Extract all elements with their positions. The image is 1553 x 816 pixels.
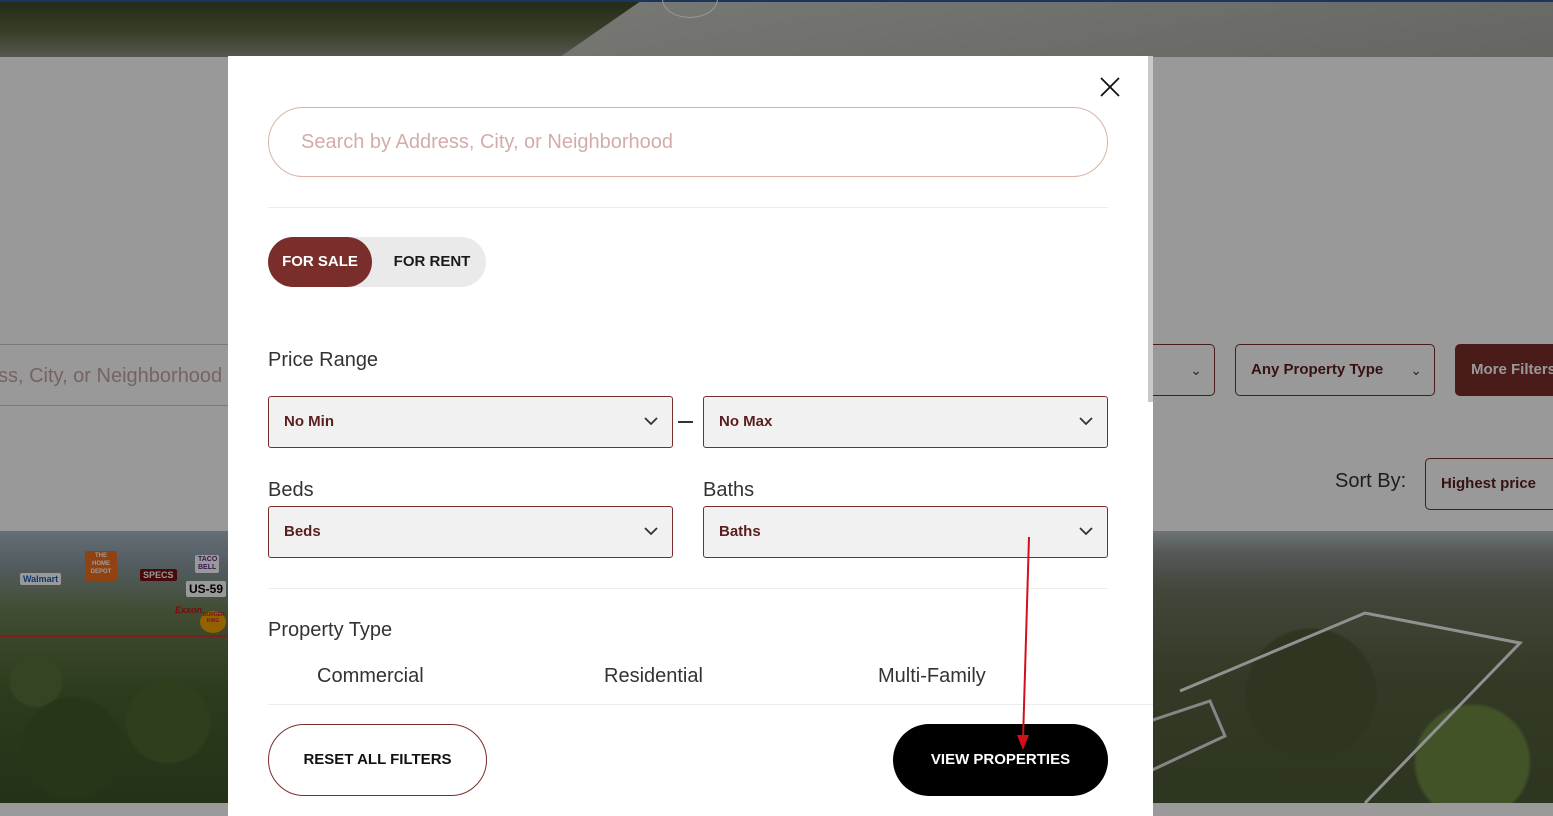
modal-scrollbar[interactable] bbox=[1148, 56, 1153, 402]
close-button[interactable] bbox=[1098, 75, 1122, 99]
reset-all-filters-button[interactable]: RESET ALL FILTERS bbox=[268, 724, 487, 796]
property-type-label: Property Type bbox=[268, 619, 393, 641]
divider bbox=[268, 207, 1108, 208]
beds-select[interactable]: Beds bbox=[268, 506, 673, 558]
baths-label: Baths bbox=[703, 479, 755, 501]
divider bbox=[268, 704, 1153, 705]
view-properties-button[interactable]: VIEW PROPERTIES bbox=[893, 724, 1108, 796]
baths-select[interactable]: Baths bbox=[703, 506, 1108, 558]
search-input[interactable] bbox=[268, 107, 1108, 177]
price-range-label: Price Range bbox=[268, 349, 379, 371]
range-separator bbox=[678, 421, 693, 423]
property-type-commercial[interactable]: Commercial bbox=[317, 665, 424, 688]
chevron-down-icon bbox=[1079, 417, 1093, 426]
listing-type-toggle: FOR SALE FOR RENT bbox=[268, 237, 486, 287]
property-type-residential[interactable]: Residential bbox=[604, 665, 703, 688]
chevron-down-icon bbox=[1079, 527, 1093, 536]
divider bbox=[268, 588, 1108, 589]
chevron-down-icon bbox=[644, 527, 658, 536]
for-rent-option[interactable]: FOR RENT bbox=[378, 237, 486, 287]
min-price-select[interactable]: No Min bbox=[268, 396, 673, 448]
for-sale-option[interactable]: FOR SALE bbox=[268, 237, 372, 287]
beds-label: Beds bbox=[268, 479, 314, 501]
property-type-multi-family[interactable]: Multi-Family bbox=[878, 665, 986, 688]
chevron-down-icon bbox=[644, 417, 658, 426]
close-icon bbox=[1100, 77, 1120, 97]
filter-modal: FOR SALE FOR RENT Price Range No Min No … bbox=[228, 56, 1153, 816]
max-price-select[interactable]: No Max bbox=[703, 396, 1108, 448]
